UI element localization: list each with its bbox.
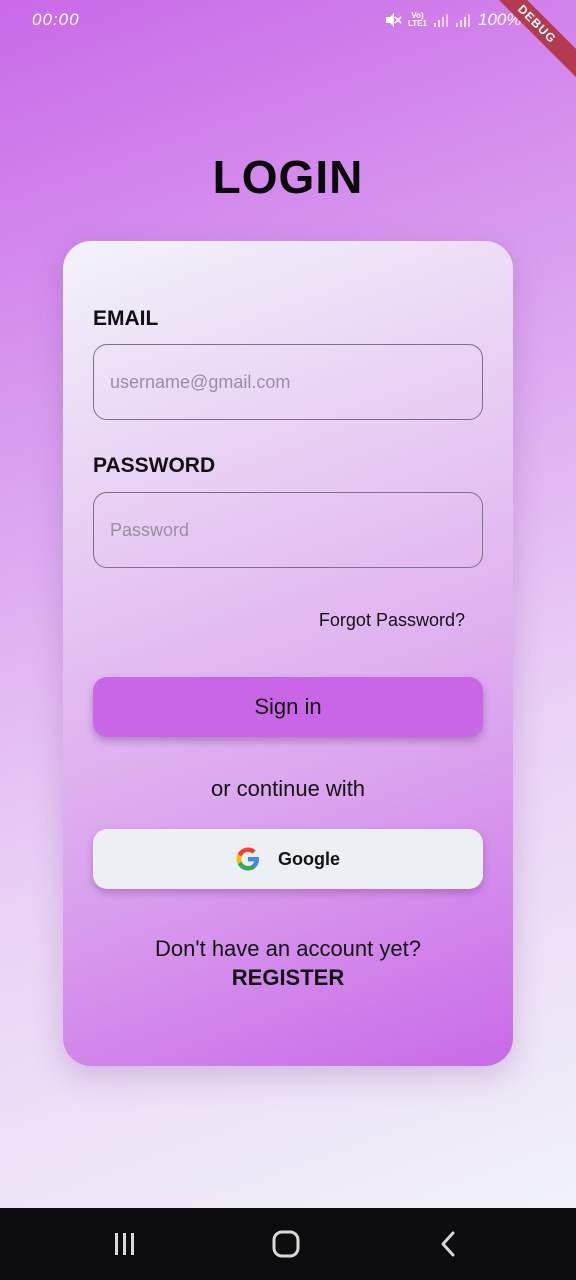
login-card: EMAIL PASSWORD Forgot Password? Sign in … [63,241,513,1066]
signal-icon [433,14,448,27]
home-button[interactable] [266,1226,306,1262]
status-time: 00:00 [32,10,80,29]
email-field[interactable] [93,344,483,420]
sign-in-button[interactable]: Sign in [93,677,483,737]
home-icon [272,1230,300,1258]
status-icons: Vo) LTE1 [384,8,471,32]
google-logo-icon [236,847,259,871]
login-screen: 00:00 Vo) LTE1 100% DEBUG LOGIN EMAIL us… [0,0,576,1208]
register-prompt: Don't have an account yet? [155,936,421,961]
google-label: Google [278,848,340,869]
page-title: LOGIN [212,151,364,203]
back-button[interactable] [428,1226,468,1262]
forgot-password-link[interactable]: Forgot Password? [319,610,465,631]
password-label: PASSWORD [93,454,216,477]
volte-indicator: Vo) LTE1 [408,12,427,28]
google-sign-in-button[interactable]: Google [93,829,483,889]
lte-label: LTE1 [408,19,427,28]
email-label: EMAIL [93,307,159,330]
divider-text: or continue with [210,776,366,801]
navigation-bar [0,1208,576,1280]
password-field[interactable] [93,492,483,568]
sign-in-label: Sign in [254,694,322,719]
signal-icon-2 [455,14,470,27]
status-bar: 00:00 Vo) LTE1 100% [0,0,576,40]
mute-icon [386,13,402,27]
back-icon [441,1231,455,1257]
recent-apps-icon [115,1233,134,1255]
recent-apps-button[interactable] [105,1226,145,1262]
register-link[interactable]: REGISTER [63,965,513,991]
